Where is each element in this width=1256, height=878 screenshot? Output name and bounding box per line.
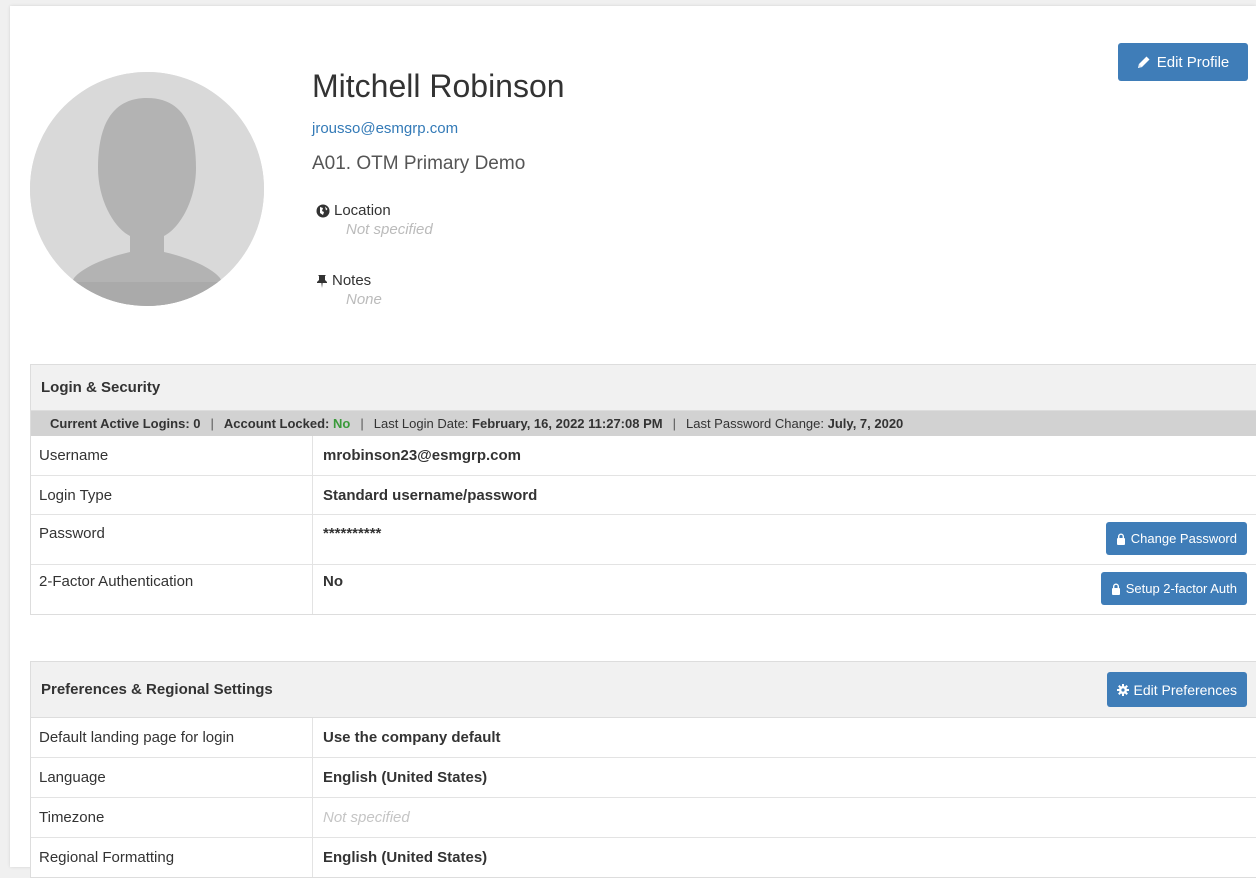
security-status-bar: Current Active Logins: 0 | Account Locke… xyxy=(31,411,1256,436)
location-label: Location xyxy=(334,202,391,219)
last-password-change-value: July, 7, 2020 xyxy=(827,416,904,431)
edit-preferences-label: Edit Preferences xyxy=(1133,681,1238,698)
username-label: Username xyxy=(31,436,313,475)
password-label: Password xyxy=(31,515,313,564)
gear-icon xyxy=(1116,683,1129,696)
account-locked-label: Account Locked: xyxy=(223,416,330,431)
avatar xyxy=(30,72,264,306)
login-security-title: Login & Security xyxy=(41,379,161,396)
preferences-title: Preferences & Regional Settings xyxy=(41,681,273,698)
pencil-icon xyxy=(1137,55,1151,69)
language-value: English (United States) xyxy=(323,769,488,786)
setup-2fa-label: Setup 2-factor Auth xyxy=(1125,581,1237,596)
preferences-section: Preferences & Regional Settings Edit Pre… xyxy=(30,661,1256,878)
edit-profile-label: Edit Profile xyxy=(1156,53,1230,71)
two-factor-value: No xyxy=(323,573,343,590)
last-login-label: Last Login Date: xyxy=(373,416,469,431)
timezone-label: Timezone xyxy=(31,798,313,837)
last-password-change-label: Last Password Change: xyxy=(685,416,825,431)
password-value: ********** xyxy=(323,525,382,542)
location-value: Not specified xyxy=(346,221,433,238)
timezone-value: Not specified xyxy=(323,809,410,826)
notes-block: Notes None xyxy=(312,272,382,308)
notes-label: Notes xyxy=(332,272,372,289)
edit-preferences-button[interactable]: Edit Preferences xyxy=(1106,672,1247,707)
status-separator: | xyxy=(360,416,364,431)
table-row: Default landing page for login Use the c… xyxy=(31,718,1256,757)
status-separator: | xyxy=(210,416,214,431)
location-block: Location Not specified xyxy=(312,202,433,238)
setup-2fa-button[interactable]: Setup 2-factor Auth xyxy=(1100,572,1247,605)
landing-page-value: Use the company default xyxy=(323,729,501,746)
regional-formatting-label: Regional Formatting xyxy=(31,838,313,877)
table-row: Language English (United States) xyxy=(31,757,1256,797)
active-logins-label: Current Active Logins: xyxy=(50,416,190,431)
table-row: Username mrobinson23@esmgrp.com xyxy=(31,436,1256,475)
table-row: 2-Factor Authentication No Setup 2-facto… xyxy=(31,564,1256,614)
table-row: Password ********** Change Password xyxy=(31,514,1256,564)
pin-icon xyxy=(316,274,328,288)
username-value: mrobinson23@esmgrp.com xyxy=(323,447,522,464)
table-row: Timezone Not specified xyxy=(31,797,1256,837)
lock-icon xyxy=(1116,533,1126,545)
user-email-link[interactable]: jrousso@esmgrp.com xyxy=(312,120,458,137)
two-factor-label: 2-Factor Authentication xyxy=(31,565,313,614)
status-separator: | xyxy=(672,416,676,431)
table-row: Login Type Standard username/password xyxy=(31,475,1256,514)
login-type-value: Standard username/password xyxy=(323,486,538,504)
profile-page: Edit Profile Mitchell Robinson jrousso@e… xyxy=(10,6,1256,878)
login-security-header: Login & Security xyxy=(31,365,1256,411)
login-security-section: Login & Security Current Active Logins: … xyxy=(30,364,1256,615)
change-password-button[interactable]: Change Password xyxy=(1105,522,1247,555)
landing-page-label: Default landing page for login xyxy=(31,718,313,757)
globe-icon xyxy=(316,204,330,218)
regional-formatting-value: English (United States) xyxy=(323,849,488,866)
edit-profile-button[interactable]: Edit Profile xyxy=(1118,43,1248,81)
user-company: A01. OTM Primary Demo xyxy=(312,153,526,174)
account-locked-value: No xyxy=(333,416,351,431)
login-type-label: Login Type xyxy=(31,476,313,514)
lock-icon xyxy=(1111,583,1121,595)
notes-value: None xyxy=(346,291,382,308)
user-name: Mitchell Robinson xyxy=(312,68,565,104)
table-row: Regional Formatting English (United Stat… xyxy=(31,837,1256,877)
active-logins-value: 0 xyxy=(193,416,201,431)
language-label: Language xyxy=(31,758,313,797)
preferences-header: Preferences & Regional Settings Edit Pre… xyxy=(31,662,1256,718)
user-silhouette-icon xyxy=(30,72,264,306)
change-password-label: Change Password xyxy=(1130,531,1237,546)
last-login-value: February, 16, 2022 11:27:08 PM xyxy=(472,416,663,431)
